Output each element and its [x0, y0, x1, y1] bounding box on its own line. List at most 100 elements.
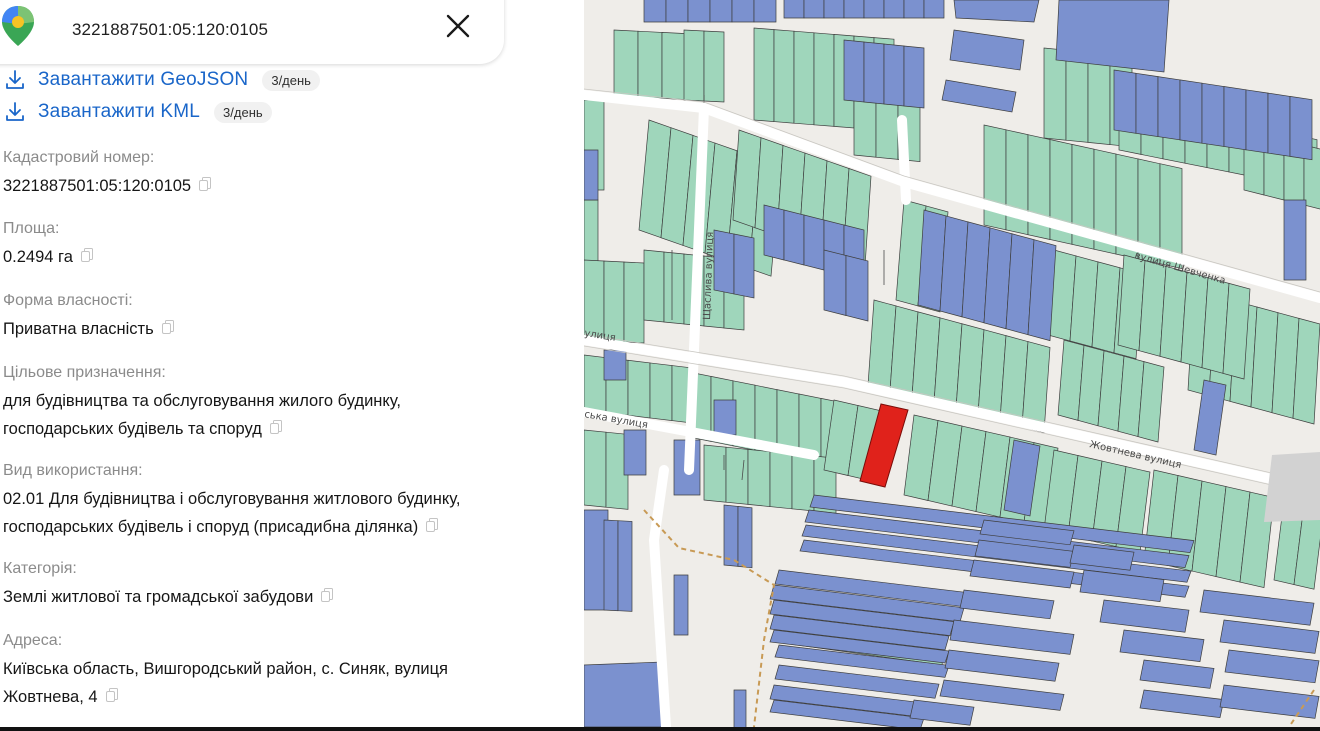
communal-parcel[interactable]	[1289, 95, 1313, 161]
copy-icon[interactable]	[199, 177, 212, 192]
download-icon	[6, 70, 24, 89]
private-parcel[interactable]	[683, 29, 705, 102]
communal-parcel[interactable]	[783, 0, 805, 19]
communal-parcel[interactable]	[783, 209, 805, 266]
private-parcel[interactable]	[753, 27, 775, 122]
communal-parcel[interactable]	[603, 519, 619, 612]
ownership-text: Приватна власність	[3, 320, 154, 338]
communal-parcel[interactable]	[1267, 92, 1291, 157]
communal-parcel[interactable]	[1201, 82, 1225, 147]
communal-parcel[interactable]	[603, 349, 627, 381]
category-text: Землі житлової та громадської забудови	[3, 588, 314, 606]
communal-parcel[interactable]	[763, 204, 785, 261]
communal-parcel[interactable]	[733, 689, 747, 727]
private-parcel[interactable]	[643, 249, 665, 323]
communal-parcel[interactable]	[617, 520, 633, 612]
copy-icon[interactable]	[80, 248, 93, 263]
private-parcel[interactable]	[649, 362, 673, 421]
communal-parcel[interactable]	[584, 661, 667, 727]
communal-parcel[interactable]	[953, 0, 1040, 23]
map-canvas[interactable]: вулиця Шевченка Щаслива вулиця Жовтнева …	[584, 0, 1320, 727]
usage-value: 02.01 Для будівництва і обслуговування ж…	[3, 485, 578, 541]
communal-parcel[interactable]	[665, 0, 689, 23]
communal-parcel[interactable]	[863, 41, 885, 105]
communal-parcel[interactable]	[883, 43, 905, 107]
communal-parcel[interactable]	[687, 0, 711, 23]
download-geojson-button[interactable]: Завантажити GeoJSON 3/день	[4, 68, 320, 92]
cadastral-map[interactable]: вулиця Шевченка Щаслива вулиця Жовтнева …	[584, 0, 1320, 727]
private-parcel[interactable]	[623, 261, 645, 344]
communal-parcel[interactable]	[1223, 86, 1247, 151]
private-parcel[interactable]	[813, 32, 835, 127]
address-line-1: Київська область, Вишгородський район, с…	[3, 660, 448, 678]
communal-parcel[interactable]	[753, 0, 777, 23]
copy-icon[interactable]	[105, 688, 118, 703]
communal-parcel[interactable]	[903, 0, 925, 19]
communal-parcel[interactable]	[843, 0, 865, 19]
copy-icon[interactable]	[426, 518, 439, 533]
private-parcel[interactable]	[747, 449, 771, 507]
private-parcel[interactable]	[637, 30, 663, 99]
communal-parcel[interactable]	[823, 249, 847, 316]
private-parcel[interactable]	[613, 29, 639, 98]
communal-parcel[interactable]	[923, 0, 945, 19]
communal-parcel[interactable]	[737, 506, 753, 569]
copy-icon[interactable]	[321, 588, 334, 603]
communal-parcel[interactable]	[713, 399, 737, 436]
address-value: Київська область, Вишгородський район, с…	[3, 655, 578, 711]
communal-parcel[interactable]	[843, 39, 865, 103]
address-label: Адреса:	[3, 632, 63, 649]
download-kml-button[interactable]: Завантажити KML 3/день	[4, 100, 272, 124]
private-parcel[interactable]	[703, 444, 727, 503]
communal-parcel[interactable]	[723, 504, 739, 567]
private-parcel[interactable]	[1043, 47, 1067, 141]
usage-line-2: господарських будівель і споруд (присади…	[3, 518, 419, 536]
communal-parcel[interactable]	[1283, 199, 1307, 281]
private-parcel[interactable]	[793, 30, 815, 126]
communal-parcel[interactable]	[623, 429, 647, 476]
private-parcel[interactable]	[703, 30, 725, 103]
communal-parcel[interactable]	[713, 229, 735, 295]
communal-parcel[interactable]	[1135, 72, 1159, 138]
communal-parcel[interactable]	[731, 0, 755, 23]
communal-parcel[interactable]	[733, 233, 755, 299]
private-parcel[interactable]	[584, 354, 607, 414]
purpose-block: Цільове призначення: для будівництва та …	[3, 362, 578, 443]
communal-parcel[interactable]	[903, 45, 925, 109]
private-parcel[interactable]	[773, 29, 795, 124]
private-parcel[interactable]	[725, 446, 749, 505]
communal-parcel[interactable]	[1157, 76, 1181, 141]
search-query-text[interactable]: 3221887501:05:120:0105	[72, 20, 268, 40]
close-icon[interactable]	[444, 12, 472, 40]
private-parcel[interactable]	[1065, 49, 1089, 143]
communal-parcel[interactable]	[863, 0, 885, 19]
ownership-block: Форма власності: Приватна власність	[3, 290, 578, 343]
communal-parcel[interactable]	[883, 0, 905, 19]
communal-parcel[interactable]	[673, 574, 689, 636]
communal-parcel[interactable]	[845, 255, 869, 322]
copy-icon[interactable]	[161, 320, 174, 335]
communal-parcel[interactable]	[1113, 69, 1137, 134]
communal-parcel[interactable]	[803, 214, 825, 271]
communal-parcel[interactable]	[1179, 79, 1203, 144]
private-parcel[interactable]	[663, 251, 685, 325]
private-parcel[interactable]	[1087, 52, 1111, 145]
private-parcel[interactable]	[584, 429, 607, 508]
communal-parcel[interactable]	[823, 0, 845, 19]
communal-parcel[interactable]	[803, 0, 825, 19]
private-parcel[interactable]	[627, 359, 651, 419]
private-parcel[interactable]	[853, 99, 877, 158]
communal-parcel[interactable]	[1055, 0, 1170, 73]
private-parcel[interactable]	[661, 32, 687, 100]
purpose-value: для будівництва та обслуговування жилого…	[3, 387, 578, 443]
communal-parcel[interactable]	[584, 149, 599, 201]
communal-parcel[interactable]	[709, 0, 733, 23]
private-parcel[interactable]	[875, 101, 899, 160]
copy-icon[interactable]	[269, 420, 282, 435]
private-parcel[interactable]	[791, 453, 815, 512]
communal-parcel[interactable]	[643, 0, 667, 23]
communal-parcel[interactable]	[1245, 89, 1269, 154]
map-pin-icon	[2, 6, 34, 46]
private-parcel[interactable]	[603, 260, 625, 343]
private-parcel[interactable]	[769, 451, 793, 510]
